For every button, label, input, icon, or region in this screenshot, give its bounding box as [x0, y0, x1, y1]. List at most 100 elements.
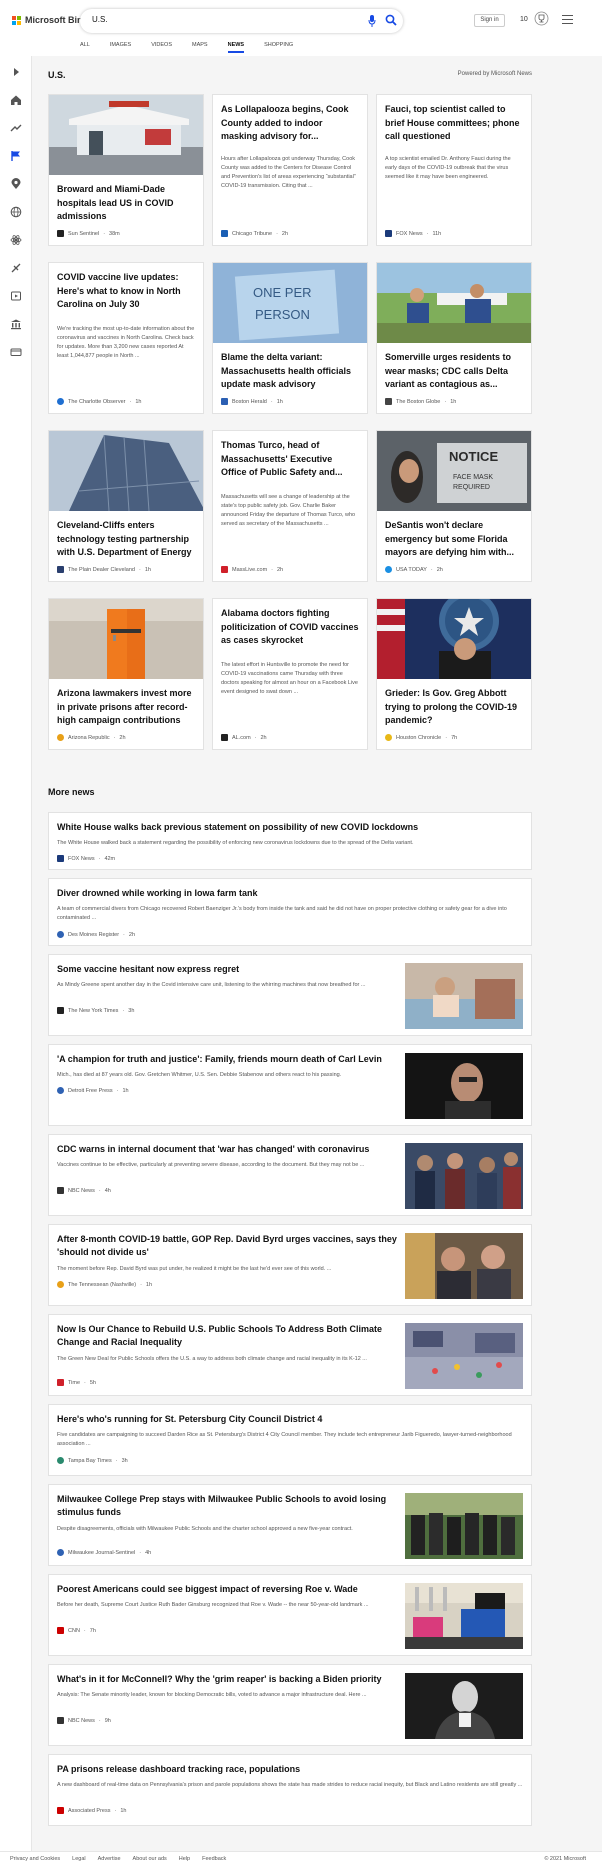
news-card[interactable]: Fauci, top scientist called to brief Hou… — [376, 94, 532, 246]
list-item[interactable]: White House walks back previous statemen… — [48, 812, 532, 870]
tab-videos[interactable]: VIDEOS — [151, 41, 172, 56]
timestamp: 7h — [451, 734, 458, 741]
tab-all[interactable]: ALL — [80, 41, 90, 56]
card-title[interactable]: Grieder: Is Gov. Greg Abbott trying to p… — [385, 687, 523, 728]
science-icon[interactable] — [10, 234, 22, 246]
list-item[interactable]: Now Is Our Chance to Rebuild U.S. Public… — [48, 1314, 532, 1396]
expand-icon[interactable] — [10, 66, 22, 78]
list-item[interactable]: Diver drowned while working in Iowa farm… — [48, 878, 532, 946]
usa-today-logo-icon — [385, 566, 392, 573]
card-title[interactable]: Thomas Turco, head of Massachusetts' Exe… — [221, 439, 359, 480]
card-title[interactable]: Arizona lawmakers invest more in private… — [57, 687, 195, 728]
news-title[interactable]: Milwaukee College Prep stays with Milwau… — [57, 1493, 397, 1518]
list-item[interactable]: 'A champion for truth and justice': Fami… — [48, 1044, 532, 1126]
card-title[interactable]: Blame the delta variant: Massachusetts h… — [221, 351, 359, 392]
news-card[interactable]: Broward and Miami-Dade hospitals lead US… — [48, 94, 204, 246]
news-card[interactable]: COVID vaccine live updates: Here's what … — [48, 262, 204, 414]
list-item[interactable]: Here's who's running for St. Petersburg … — [48, 1404, 532, 1476]
sign-in-button[interactable]: Sign in — [474, 14, 505, 27]
footer-link-about-ads[interactable]: About our ads — [133, 1856, 167, 1862]
news-snippet: The Green New Deal for Public Schools of… — [57, 1356, 367, 1362]
business-icon[interactable] — [10, 318, 22, 330]
card-title[interactable]: Fauci, top scientist called to brief Hou… — [385, 103, 523, 144]
news-snippet: Five candidates are campaigning to succe… — [57, 1432, 512, 1447]
footer-link-privacy[interactable]: Privacy and Cookies — [10, 1856, 60, 1862]
news-title[interactable]: CDC warns in internal document that 'war… — [57, 1143, 397, 1156]
news-title[interactable]: 'A champion for truth and justice': Fami… — [57, 1053, 397, 1066]
timestamp: 2h — [119, 734, 126, 741]
list-item[interactable]: PA prisons release dashboard tracking ra… — [48, 1754, 532, 1826]
location-icon[interactable] — [10, 178, 22, 190]
card-title[interactable]: COVID vaccine live updates: Here's what … — [57, 271, 195, 312]
footer-link-feedback[interactable]: Feedback — [202, 1856, 226, 1862]
card-source: The Charlotte Observer · 1h — [57, 398, 141, 405]
news-thumbnail — [405, 1493, 523, 1559]
rewards-trophy-icon[interactable] — [534, 11, 549, 26]
news-title[interactable]: What's in it for McConnell? Why the 'gri… — [57, 1673, 397, 1686]
microphone-icon[interactable] — [368, 15, 376, 27]
source-name: Boston Herald — [232, 398, 267, 405]
list-item[interactable]: Poorest Americans could see biggest impa… — [48, 1574, 532, 1656]
footer: Privacy and Cookies Legal Advertise Abou… — [0, 1851, 602, 1865]
money-icon[interactable] — [10, 346, 22, 358]
powered-by-label[interactable]: Powered by Microsoft News — [458, 71, 532, 77]
search-input[interactable]: U.S. — [92, 15, 108, 24]
footer-link-advertise[interactable]: Advertise — [98, 1856, 121, 1862]
news-card[interactable]: NOTICE FACE MASK REQUIRED DeSantis won't… — [376, 430, 532, 582]
entertainment-icon[interactable] — [10, 290, 22, 302]
card-title[interactable]: DeSantis won't declare emergency but som… — [385, 519, 523, 560]
news-card[interactable]: Arizona lawmakers invest more in private… — [48, 598, 204, 750]
news-title[interactable]: After 8-month COVID-19 battle, GOP Rep. … — [57, 1233, 397, 1258]
sports-icon[interactable] — [10, 262, 22, 274]
card-title[interactable]: Alabama doctors fighting politicization … — [221, 607, 359, 648]
microsoft-logo-icon — [12, 15, 21, 25]
card-title[interactable]: Cleveland-Cliffs enters technology testi… — [57, 519, 195, 560]
news-title[interactable]: Now Is Our Chance to Rebuild U.S. Public… — [57, 1323, 397, 1348]
tab-maps[interactable]: MAPS — [192, 41, 208, 56]
news-title[interactable]: PA prisons release dashboard tracking ra… — [57, 1763, 300, 1776]
news-card[interactable]: Grieder: Is Gov. Greg Abbott trying to p… — [376, 598, 532, 750]
home-icon[interactable] — [10, 94, 22, 106]
news-source: Associated Press · 1h — [57, 1807, 126, 1814]
card-image — [377, 599, 531, 679]
card-source: The Boston Globe · 1h — [385, 398, 456, 405]
card-title[interactable]: As Lollapalooza begins, Cook County adde… — [221, 103, 359, 144]
card-title[interactable]: Broward and Miami-Dade hospitals lead US… — [57, 183, 195, 224]
news-title[interactable]: Here's who's running for St. Petersburg … — [57, 1413, 322, 1426]
card-title[interactable]: Somerville urges residents to wear masks… — [385, 351, 523, 392]
news-snippet: The White House walked back a statement … — [57, 840, 414, 846]
list-item[interactable]: Some vaccine hesitant now express regret… — [48, 954, 532, 1036]
footer-link-legal[interactable]: Legal — [72, 1856, 85, 1862]
footer-link-help[interactable]: Help — [179, 1856, 190, 1862]
list-item[interactable]: After 8-month COVID-19 battle, GOP Rep. … — [48, 1224, 532, 1306]
list-item[interactable]: What's in it for McConnell? Why the 'gri… — [48, 1664, 532, 1746]
news-title[interactable]: Poorest Americans could see biggest impa… — [57, 1583, 397, 1596]
tab-images[interactable]: IMAGES — [110, 41, 131, 56]
list-item[interactable]: Milwaukee College Prep stays with Milwau… — [48, 1484, 532, 1566]
card-source: Arizona Republic · 2h — [57, 734, 126, 741]
search-box[interactable]: U.S. — [80, 9, 403, 33]
news-title[interactable]: White House walks back previous statemen… — [57, 821, 418, 834]
news-card[interactable]: Thomas Turco, head of Massachusetts' Exe… — [212, 430, 368, 582]
flag-icon[interactable] — [10, 150, 22, 162]
search-icon[interactable] — [385, 14, 397, 26]
news-card[interactable]: ONE PER PERSON Blame the delta variant: … — [212, 262, 368, 414]
news-title[interactable]: Diver drowned while working in Iowa farm… — [57, 887, 258, 900]
masslive-logo-icon — [221, 566, 228, 573]
journal-sentinel-logo-icon — [57, 1549, 64, 1556]
globe-icon[interactable] — [10, 206, 22, 218]
news-card[interactable]: Somerville urges residents to wear masks… — [376, 262, 532, 414]
tab-shopping[interactable]: SHOPPING — [264, 41, 293, 56]
tab-news[interactable]: NEWS — [227, 41, 244, 56]
list-item[interactable]: CDC warns in internal document that 'war… — [48, 1134, 532, 1216]
news-title[interactable]: Some vaccine hesitant now express regret — [57, 963, 397, 976]
news-card[interactable]: As Lollapalooza begins, Cook County adde… — [212, 94, 368, 246]
trending-icon[interactable] — [10, 122, 22, 134]
hamburger-menu-icon[interactable] — [562, 15, 573, 24]
bing-logo[interactable]: Microsoft Bing — [12, 15, 88, 25]
timestamp: 1h — [144, 566, 151, 573]
news-source: Milwaukee Journal-Sentinel · 4h — [57, 1549, 151, 1556]
rewards-count[interactable]: 10 — [520, 16, 528, 23]
news-card[interactable]: Cleveland-Cliffs enters technology testi… — [48, 430, 204, 582]
news-card[interactable]: Alabama doctors fighting politicization … — [212, 598, 368, 750]
